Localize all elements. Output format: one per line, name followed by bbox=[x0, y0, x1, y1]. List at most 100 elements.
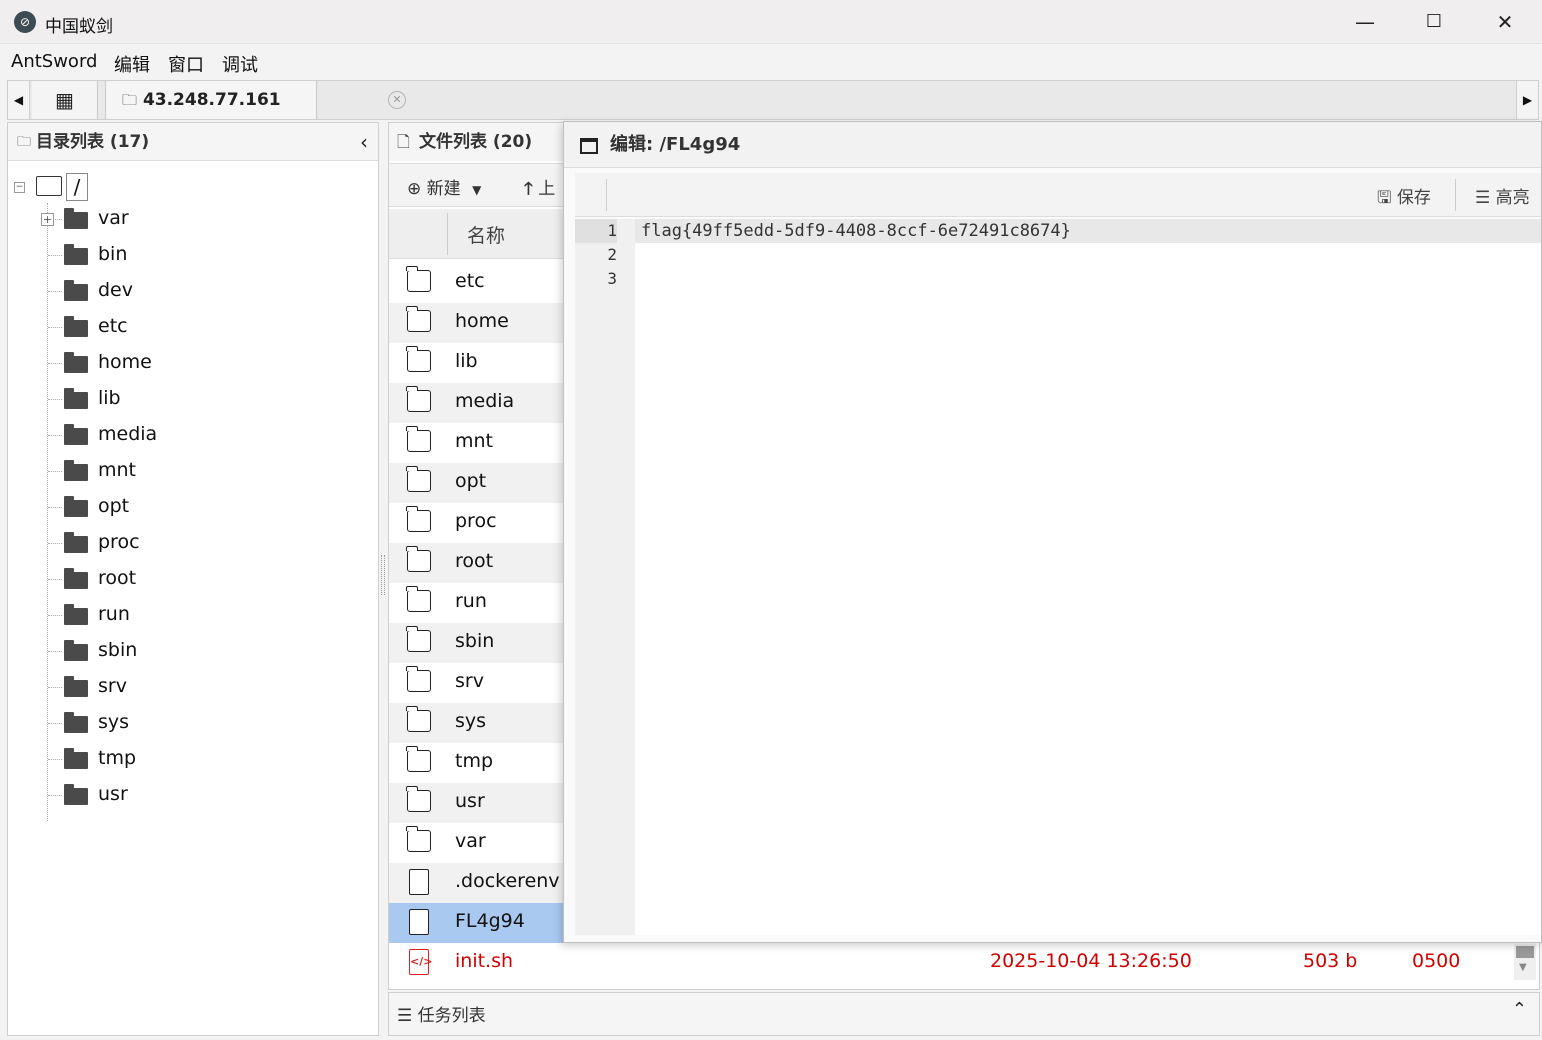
new-dropdown-button[interactable]: ⊕ 新建 ▼ bbox=[407, 174, 481, 199]
tree-connector bbox=[48, 579, 62, 580]
file-name: lib bbox=[455, 350, 478, 372]
up-directory-button[interactable]: 🡑 上 bbox=[524, 174, 555, 205]
tree-item-tmp[interactable]: tmp bbox=[8, 743, 378, 777]
highlight-button[interactable]: ☰ 高亮 bbox=[1475, 183, 1530, 208]
menu-window[interactable]: 窗口 bbox=[168, 51, 204, 77]
tree-item-var[interactable]: + var bbox=[8, 203, 378, 237]
tree-item-lib[interactable]: lib bbox=[8, 383, 378, 417]
file-row[interactable]: </> init.sh 2025-10-04 13:26:50 503 b 05… bbox=[389, 943, 1539, 983]
tree-item-label: proc bbox=[98, 531, 140, 553]
folder-outline-icon bbox=[406, 626, 431, 652]
folder-outline-icon bbox=[406, 346, 431, 372]
tree-item-label: mnt bbox=[98, 459, 136, 481]
minimize-button[interactable]: — bbox=[1342, 6, 1388, 38]
folder-icon bbox=[64, 676, 88, 697]
tree-item-usr[interactable]: usr bbox=[8, 779, 378, 813]
file-name: root bbox=[455, 550, 494, 572]
column-name-header[interactable]: 名称 bbox=[467, 221, 505, 248]
tree-connector bbox=[48, 255, 62, 256]
folder-icon bbox=[64, 244, 88, 265]
tree-item-root[interactable]: root bbox=[8, 563, 378, 597]
folder-outline-icon bbox=[406, 746, 431, 772]
file-name: proc bbox=[455, 510, 497, 532]
tree-item-label: opt bbox=[98, 495, 130, 517]
file-name: etc bbox=[455, 270, 485, 292]
folder-outline-icon: 🗀 bbox=[17, 134, 31, 150]
tree-root-label[interactable]: / bbox=[66, 173, 88, 201]
folder-outline-icon bbox=[406, 706, 431, 732]
tree-item-proc[interactable]: proc bbox=[8, 527, 378, 561]
tree-item-run[interactable]: run bbox=[8, 599, 378, 633]
folder-outline-icon bbox=[406, 386, 431, 412]
line-number: 1 bbox=[575, 219, 617, 243]
folder-icon bbox=[64, 316, 88, 337]
tab-host[interactable]: 🗀 43.248.77.161 ✕ bbox=[105, 81, 406, 119]
file-list-scrollbar[interactable]: ▼ bbox=[1514, 944, 1536, 980]
tree-item-srv[interactable]: srv bbox=[8, 671, 378, 705]
folder-icon bbox=[64, 352, 88, 373]
panel-resize-handle[interactable] bbox=[381, 555, 385, 595]
editor-title-bar[interactable]: 编辑: /FL4g94 bbox=[564, 122, 1541, 168]
folder-outline-icon bbox=[406, 826, 431, 852]
code-editor[interactable]: 1 2 3 flag{49ff5edd-5df9-4408-8ccf-6e724… bbox=[575, 219, 1541, 935]
menu-debug[interactable]: 调试 bbox=[222, 51, 258, 77]
tree-item-label: usr bbox=[98, 783, 128, 805]
collapse-minus-icon[interactable]: − bbox=[14, 182, 25, 193]
file-name: sys bbox=[455, 710, 487, 732]
tree-item-mnt[interactable]: mnt bbox=[8, 455, 378, 489]
tree-connector bbox=[48, 759, 62, 760]
toolbar-divider bbox=[606, 179, 607, 211]
tree-connector bbox=[48, 795, 62, 796]
file-list-title: 文件列表 (20) bbox=[419, 132, 533, 152]
tree-item-label: home bbox=[98, 351, 152, 373]
collapse-panel-icon[interactable]: ‹ bbox=[360, 123, 368, 161]
tab-scroll-right-icon[interactable]: ▶ bbox=[1516, 81, 1538, 119]
tree-item-label: lib bbox=[98, 387, 121, 409]
close-window-button[interactable]: ✕ bbox=[1482, 6, 1528, 38]
folder-icon: 🗀 bbox=[122, 91, 138, 109]
tree-connector bbox=[48, 399, 62, 400]
save-label: 保存 bbox=[1396, 188, 1431, 208]
folder-icon bbox=[64, 496, 88, 517]
expand-up-icon[interactable]: ⌃ bbox=[1512, 999, 1527, 1020]
folder-icon bbox=[64, 208, 88, 229]
folder-outline-icon bbox=[406, 586, 431, 612]
menu-antsword[interactable]: AntSword bbox=[11, 51, 97, 72]
maximize-button[interactable]: ☐ bbox=[1411, 6, 1457, 38]
code-line[interactable]: flag{49ff5edd-5df9-4408-8ccf-6e72491c867… bbox=[641, 221, 1071, 241]
tree-connector bbox=[48, 291, 62, 292]
tree-item-etc[interactable]: etc bbox=[8, 311, 378, 345]
editor-toolbar: 🖫 保存 ☰ 高亮 bbox=[575, 173, 1541, 217]
column-divider bbox=[447, 213, 448, 255]
scrollbar-thumb[interactable] bbox=[1516, 946, 1534, 958]
folder-icon bbox=[64, 712, 88, 733]
tree-item-sbin[interactable]: sbin bbox=[8, 635, 378, 669]
tree-item-label: tmp bbox=[98, 747, 137, 769]
file-icon bbox=[409, 869, 429, 895]
tree-item-dev[interactable]: dev bbox=[8, 275, 378, 309]
tree-root-row[interactable]: − / bbox=[8, 173, 378, 203]
tab-home-grid-icon[interactable]: ▦ bbox=[32, 81, 98, 119]
task-list-title[interactable]: ☰ 任务列表 bbox=[397, 1001, 486, 1026]
tree-item-media[interactable]: media bbox=[8, 419, 378, 453]
tree-connector bbox=[48, 507, 62, 508]
tree-item-opt[interactable]: opt bbox=[8, 491, 378, 525]
tab-scroll-left-icon[interactable]: ◀ bbox=[8, 81, 30, 119]
menu-edit[interactable]: 编辑 bbox=[114, 51, 150, 77]
folder-icon bbox=[64, 532, 88, 553]
tree-item-bin[interactable]: bin bbox=[8, 239, 378, 273]
list-icon: ☰ bbox=[1475, 188, 1491, 208]
tree-item-home[interactable]: home bbox=[8, 347, 378, 381]
tab-close-icon[interactable]: ✕ bbox=[388, 91, 406, 109]
folder-icon bbox=[64, 748, 88, 769]
folder-icon bbox=[64, 460, 88, 481]
scroll-down-icon[interactable]: ▼ bbox=[1519, 962, 1527, 973]
tree-item-sys[interactable]: sys bbox=[8, 707, 378, 741]
tree-connector bbox=[48, 651, 62, 652]
tree-connector bbox=[48, 723, 62, 724]
file-icon bbox=[409, 909, 429, 935]
window-icon bbox=[580, 138, 598, 154]
file-name: tmp bbox=[455, 750, 494, 772]
expand-plus-icon[interactable]: + bbox=[41, 213, 54, 226]
save-button[interactable]: 🖫 保存 bbox=[1377, 183, 1431, 214]
